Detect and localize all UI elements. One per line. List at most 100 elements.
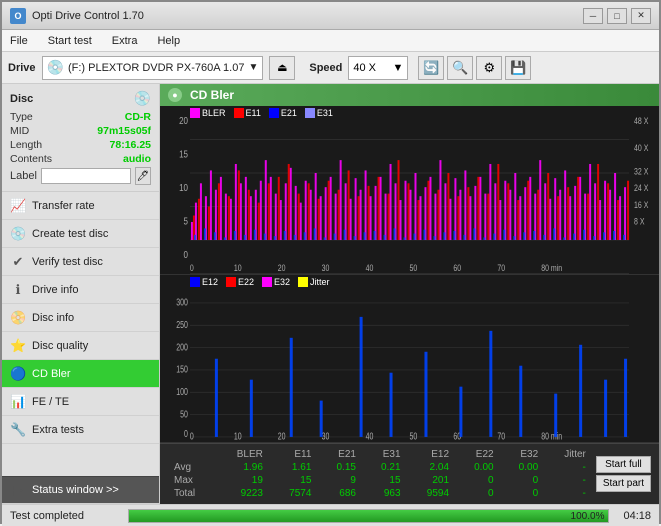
drive-bar: Drive 💿 (F:) PLEXTOR DVDR PX-760A 1.07 ▼… [2, 52, 659, 84]
e22-color [226, 277, 236, 287]
svg-text:10: 10 [234, 430, 242, 442]
svg-text:70: 70 [497, 263, 505, 273]
svg-text:10: 10 [234, 263, 242, 273]
legend-e31: E31 [305, 108, 333, 118]
sidebar-item-fe-te[interactable]: 📊 FE / TE [2, 388, 159, 416]
row-avg-label: Avg [168, 461, 215, 474]
disc-label-save-button[interactable]: 🖊 [135, 167, 151, 185]
chart-area: ● CD Bler BLER E11 E21 [160, 84, 659, 504]
col-header-e22: E22 [455, 448, 500, 461]
row-total-e22: 0 [455, 487, 500, 500]
table-header-row: BLER E11 E21 E31 E12 E22 E32 Jitter [168, 448, 592, 461]
fe-te-icon: 📊 [10, 394, 26, 410]
col-header-empty [168, 448, 215, 461]
start-buttons: Start full Start part [596, 456, 651, 492]
cd-bler-icon: 🔵 [10, 366, 26, 382]
refresh-button[interactable]: 🔄 [418, 56, 444, 80]
e12-label: E12 [202, 277, 218, 287]
disc-label-input[interactable] [41, 168, 131, 184]
svg-text:100: 100 [176, 385, 188, 397]
svg-text:20: 20 [278, 263, 286, 273]
app-icon: O [10, 8, 26, 24]
jitter-color [298, 277, 308, 287]
svg-text:0: 0 [190, 430, 194, 442]
progress-container: 100.0% [128, 509, 609, 523]
svg-text:5: 5 [184, 216, 188, 227]
svg-text:250: 250 [176, 318, 188, 330]
save-button[interactable]: 💾 [505, 56, 531, 80]
menu-extra[interactable]: Extra [108, 33, 142, 49]
col-header-e11: E11 [269, 448, 318, 461]
row-max-label: Max [168, 474, 215, 487]
col-header-e31: E31 [362, 448, 407, 461]
main-content: Disc 💿 Type CD-R MID 97m15s05f Length 78… [2, 84, 659, 504]
e22-label: E22 [238, 277, 254, 287]
settings-button[interactable]: ⚙ [476, 56, 502, 80]
sidebar-item-status-window[interactable]: ▶ Status window >> [2, 476, 159, 504]
sidebar-item-transfer-rate[interactable]: 📈 Transfer rate [2, 192, 159, 220]
drive-label: Drive [8, 62, 36, 74]
row-max-jitter: - [544, 474, 592, 487]
sidebar-item-label: Disc info [32, 312, 74, 324]
disc-panel-header: Disc 💿 [10, 90, 151, 107]
top-chart-legend: BLER E11 E21 E31 [190, 108, 333, 118]
disc-label-row: Label 🖊 [10, 167, 151, 185]
title-bar: O Opti Drive Control 1.70 ─ □ ✕ [2, 2, 659, 30]
sidebar-item-disc-info[interactable]: 📀 Disc info [2, 304, 159, 332]
svg-text:10: 10 [179, 182, 188, 193]
menu-start-test[interactable]: Start test [44, 33, 96, 49]
disc-mid-label: MID [10, 125, 29, 137]
bottom-chart: E12 E22 E32 Jitter [160, 275, 659, 444]
sidebar-item-create-test-disc[interactable]: 💿 Create test disc [2, 220, 159, 248]
row-total-e12: 9594 [407, 487, 456, 500]
row-total-e11: 7574 [269, 487, 318, 500]
e11-color [234, 108, 244, 118]
col-header-e12: E12 [407, 448, 456, 461]
svg-text:15: 15 [179, 149, 188, 160]
drive-select[interactable]: 💿 (F:) PLEXTOR DVDR PX-760A 1.07 ▼ [42, 56, 264, 80]
speed-select[interactable]: 40 X ▼ [348, 56, 408, 80]
bler-color [190, 108, 200, 118]
start-part-button[interactable]: Start part [596, 475, 651, 492]
svg-text:20: 20 [278, 430, 286, 442]
data-table-container: BLER E11 E21 E31 E12 E22 E32 Jitter Avg [160, 443, 659, 504]
sidebar-item-verify-test-disc[interactable]: ✔ Verify test disc [2, 248, 159, 276]
table-with-buttons: BLER E11 E21 E31 E12 E22 E32 Jitter Avg [168, 448, 651, 500]
svg-text:50: 50 [410, 263, 418, 273]
sidebar-item-disc-quality[interactable]: ⭐ Disc quality [2, 332, 159, 360]
speed-label: Speed [309, 62, 342, 74]
close-button[interactable]: ✕ [631, 8, 651, 24]
menu-file[interactable]: File [6, 33, 32, 49]
sidebar-item-label: Disc quality [32, 340, 88, 352]
disc-length-label: Length [10, 139, 42, 151]
row-max-e11: 15 [269, 474, 318, 487]
minimize-button[interactable]: ─ [583, 8, 603, 24]
row-max-e21: 9 [317, 474, 362, 487]
row-avg-e22: 0.00 [455, 461, 500, 474]
sidebar-item-drive-info[interactable]: ℹ Drive info [2, 276, 159, 304]
disc-panel: Disc 💿 Type CD-R MID 97m15s05f Length 78… [2, 84, 159, 192]
app-title: Opti Drive Control 1.70 [32, 10, 144, 22]
menu-help[interactable]: Help [153, 33, 184, 49]
e21-color [269, 108, 279, 118]
scan-button[interactable]: 🔍 [447, 56, 473, 80]
svg-text:32 X: 32 X [634, 166, 649, 176]
nav-items: 📈 Transfer rate 💿 Create test disc ✔ Ver… [2, 192, 159, 504]
create-test-disc-icon: 💿 [10, 226, 26, 242]
legend-jitter: Jitter [298, 277, 330, 287]
eject-button[interactable]: ⏏ [269, 56, 295, 80]
row-max-e12: 201 [407, 474, 456, 487]
time-display: 04:18 [615, 510, 659, 522]
drive-icon: 💿 [47, 59, 64, 76]
bottom-chart-legend: E12 E22 E32 Jitter [190, 277, 330, 287]
svg-text:0: 0 [190, 263, 194, 273]
sidebar-item-extra-tests[interactable]: 🔧 Extra tests [2, 416, 159, 444]
row-avg-e11: 1.61 [269, 461, 318, 474]
maximize-button[interactable]: □ [607, 8, 627, 24]
chart-title-bar: ● CD Bler [160, 84, 659, 106]
e21-label: E21 [281, 108, 297, 118]
menu-bar: File Start test Extra Help [2, 30, 659, 52]
sidebar-item-cd-bler[interactable]: 🔵 CD Bler [2, 360, 159, 388]
transfer-rate-icon: 📈 [10, 198, 26, 214]
start-full-button[interactable]: Start full [596, 456, 651, 473]
